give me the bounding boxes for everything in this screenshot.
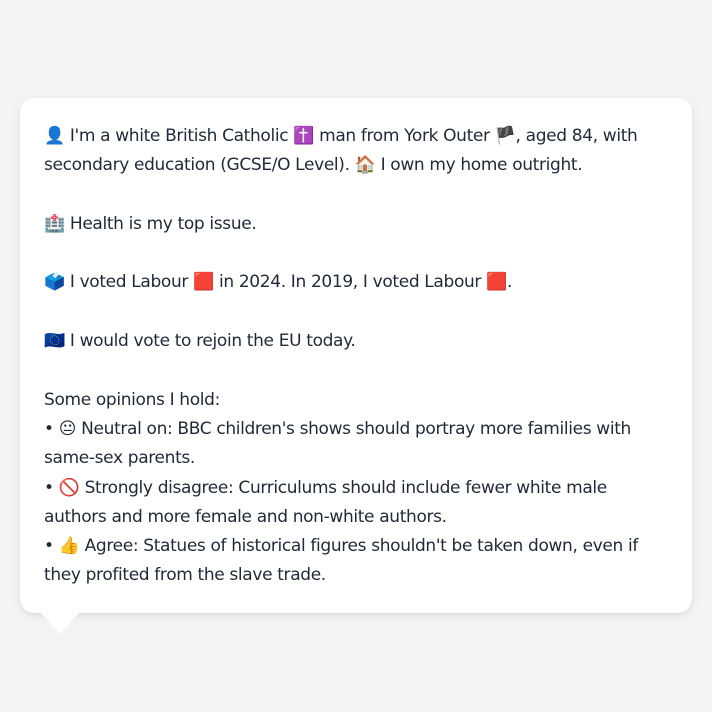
latin-cross-icon: ✝️ <box>293 126 315 146</box>
neutral-face-icon: 😐 <box>58 418 77 439</box>
vote-paragraph: 🗳️ I voted Labour 🟥 in 2024. In 2019, I … <box>44 268 668 297</box>
vote-text-1: I voted Labour <box>64 272 194 293</box>
opinions-heading: Some opinions I hold: <box>44 389 220 410</box>
vote-text-2: in 2024. In 2019, I voted Labour <box>213 272 487 293</box>
persona-text: 👤 I'm a white British Catholic ✝️ man fr… <box>44 122 668 591</box>
ballot-box-icon: 🗳️ <box>44 272 65 293</box>
vote-text-3: . <box>506 272 512 293</box>
red-square-icon: 🟥 <box>486 272 507 293</box>
opinion-item: • 😐 Neutral on: BBC children's shows sho… <box>44 415 668 474</box>
thumbs-up-icon: 👍 <box>58 536 80 557</box>
opinion-item: • 🚫 Strongly disagree: Curriculums shoul… <box>44 474 668 533</box>
opinion-item: • 👍 Agree: Statues of historical figures… <box>44 532 668 591</box>
issue-text: Health is my top issue. <box>64 213 257 234</box>
intro-text-2: man from York Outer <box>314 126 495 146</box>
issue-paragraph: 🏥 Health is my top issue. <box>44 210 668 239</box>
bullet: • <box>44 477 59 498</box>
eu-flag-icon: 🇪🇺 <box>44 331 65 352</box>
hospital-icon: 🏥 <box>44 213 65 234</box>
eu-text: I would vote to rejoin the EU today. <box>64 331 356 352</box>
persona-message-bubble: 👤 I'm a white British Catholic ✝️ man fr… <box>20 98 692 613</box>
intro-text-1: I'm a white British Catholic <box>64 126 294 146</box>
red-square-icon: 🟥 <box>193 272 214 293</box>
opinion-text: Agree: Statues of historical figures sho… <box>44 536 639 586</box>
eu-paragraph: 🇪🇺 I would vote to rejoin the EU today. <box>44 327 668 356</box>
bullet: • <box>44 536 59 557</box>
bubble-tail <box>40 612 80 634</box>
bullet: • <box>44 418 59 439</box>
opinion-text: Neutral on: BBC children's shows should … <box>44 418 631 469</box>
intro-paragraph: 👤 I'm a white British Catholic ✝️ man fr… <box>44 122 668 181</box>
intro-text-4: I own my home outright. <box>375 155 583 176</box>
prohibited-icon: 🚫 <box>58 477 80 498</box>
opinion-text: Strongly disagree: Curriculums should in… <box>44 477 607 527</box>
person-icon: 👤 <box>44 126 65 146</box>
england-flag-icon: 🏴 <box>494 126 516 146</box>
house-icon: 🏠 <box>354 155 376 176</box>
